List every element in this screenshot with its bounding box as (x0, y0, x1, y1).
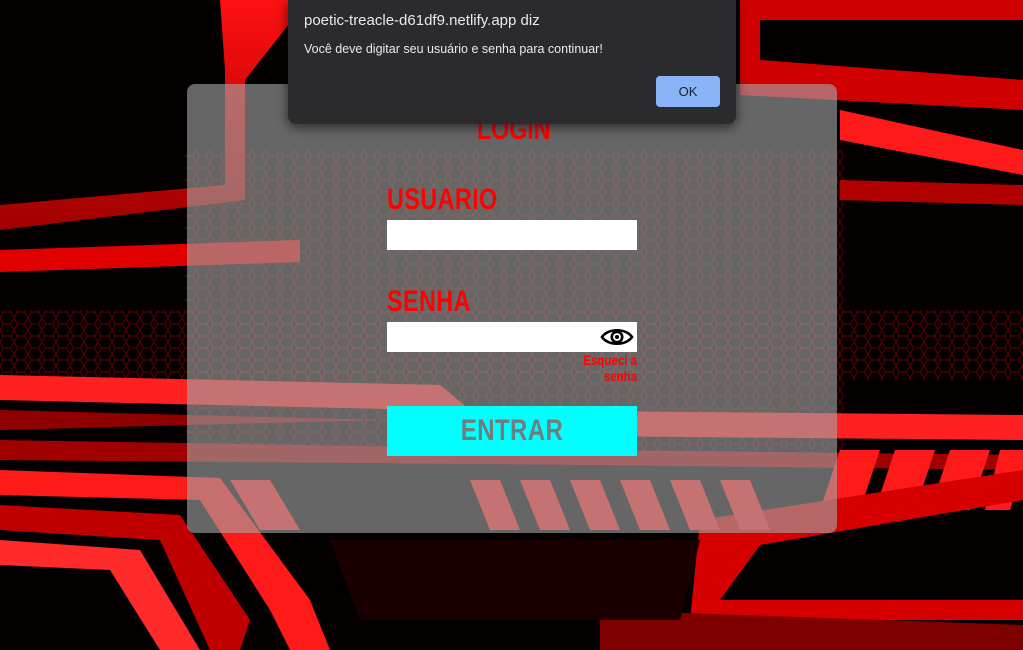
password-label: SENHA (387, 285, 471, 318)
forgot-password-link[interactable]: Esqueci a senha (555, 352, 637, 384)
alert-dialog: poetic-treacle-d61df9.netlify.app diz Vo… (288, 0, 736, 124)
submit-button[interactable]: ENTRAR (387, 406, 637, 456)
alert-message: Você deve digitar seu usuário e senha pa… (304, 42, 603, 56)
submit-button-label: ENTRAR (460, 414, 564, 447)
login-card: LOGIN USUARIO SENHA Esqueci a senha ENTR… (187, 84, 837, 533)
password-input[interactable] (387, 322, 597, 352)
password-field (387, 322, 637, 352)
alert-title: poetic-treacle-d61df9.netlify.app diz (304, 12, 540, 29)
alert-ok-button[interactable]: OK (656, 76, 720, 107)
username-label: USUARIO (387, 183, 498, 216)
eye-icon[interactable] (600, 324, 634, 350)
username-input[interactable] (387, 220, 637, 250)
page: LOGIN USUARIO SENHA Esqueci a senha ENTR… (0, 0, 1023, 650)
